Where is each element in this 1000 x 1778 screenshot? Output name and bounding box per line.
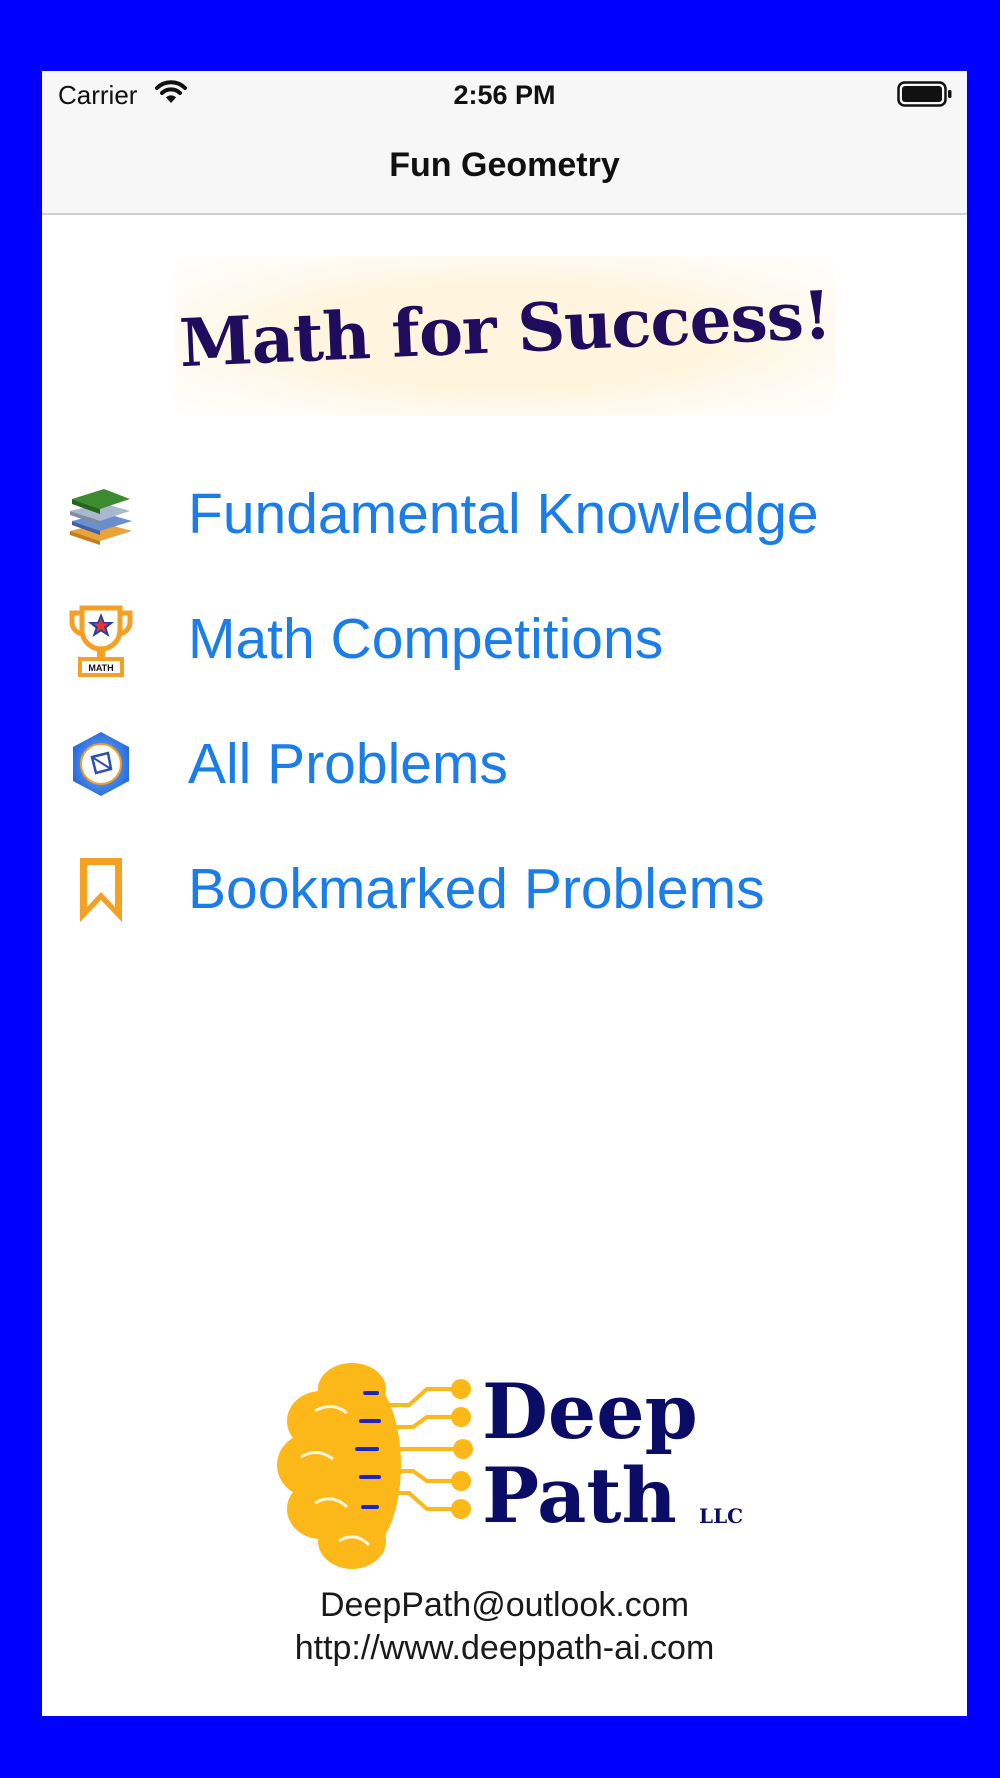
menu-item-label: Fundamental Knowledge	[188, 482, 819, 546]
clock: 2:56 PM	[453, 80, 556, 110]
logo-text-deep: Deep	[482, 1367, 698, 1456]
menu-item-all-problems[interactable]: All Problems	[66, 711, 946, 811]
logo-text-path: Path	[482, 1451, 677, 1540]
nav-title: Fun Geometry	[389, 146, 620, 184]
contact-email[interactable]: DeepPath@outlook.com	[42, 1586, 967, 1625]
trophy-label: MATH	[88, 663, 113, 673]
banner: Math for Success!	[175, 256, 835, 416]
logo-suffix: LLC	[699, 1504, 744, 1528]
bookmark-icon	[66, 854, 136, 924]
trophy-icon: MATH	[66, 604, 136, 677]
menu-item-math-competitions[interactable]: MATH Math Competitions	[66, 586, 946, 686]
battery-icon	[897, 81, 953, 112]
menu-item-label: Math Competitions	[188, 607, 664, 671]
menu-item-fundamental-knowledge[interactable]: Fundamental Knowledge	[66, 461, 946, 561]
hexagon-problem-icon	[66, 729, 136, 799]
contact-website[interactable]: http://www.deeppath-ai.com	[42, 1629, 967, 1668]
app-screen: Carrier 2:56 PM Fun Geometry Math for Su…	[42, 71, 967, 1716]
menu-item-bookmarked-problems[interactable]: Bookmarked Problems	[66, 836, 946, 936]
company-logo: Deep Path LLC	[277, 1361, 747, 1571]
books-icon	[66, 479, 136, 549]
menu-item-label: Bookmarked Problems	[188, 857, 765, 921]
banner-text: Math for Success!	[177, 275, 833, 383]
menu-item-label: All Problems	[188, 732, 508, 796]
status-bar: Carrier 2:56 PM	[42, 71, 967, 117]
top-bar: Carrier 2:56 PM Fun Geometry	[42, 71, 967, 215]
